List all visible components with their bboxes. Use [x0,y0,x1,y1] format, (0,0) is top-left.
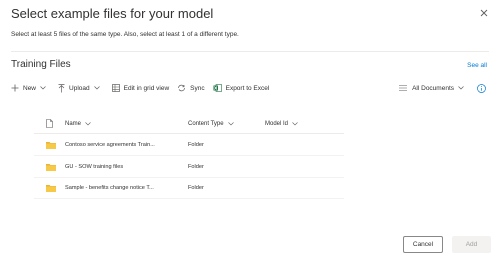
file-name[interactable]: Sample - benefits change notice T... [65,185,188,191]
divider [11,51,489,52]
chevron-down-icon [85,121,91,125]
table-header: Name Content Type Model Id [34,114,344,134]
command-bar: New Upload Edit in grid view Sync Export… [11,82,277,94]
view-selector-label: All Documents [412,84,454,92]
command-bar-right: All Documents [399,82,486,94]
new-label: New [23,84,37,92]
cancel-button[interactable]: Cancel [403,236,443,253]
view-selector[interactable]: All Documents [399,85,469,92]
folder-icon [46,142,56,149]
library-title: Training Files [11,59,71,70]
content-type-column-header[interactable]: Content Type [188,121,265,127]
see-all-link[interactable]: See all [467,62,487,69]
document-icon [46,119,53,128]
model-id-column-label: Model Id [265,120,289,127]
add-button[interactable]: Add [452,236,491,253]
model-id-column-header[interactable]: Model Id [265,121,344,127]
export-label: Export to Excel [225,84,270,92]
content-type-cell: Folder [188,185,204,191]
name-column-label: Name [65,120,82,127]
table-row[interactable]: Sample - benefits change notice T... Fol… [34,178,344,199]
edit-grid-button[interactable]: Edit in grid view [111,84,170,92]
sync-icon [178,84,186,92]
chevron-down-icon [93,86,100,90]
chevron-down-icon [40,86,46,90]
table-row[interactable]: GU - SOW training files Folder [34,157,344,178]
upload-label: Upload [69,84,90,92]
upload-button[interactable]: Upload [58,83,104,93]
folder-icon [46,185,56,192]
chevron-down-icon [227,121,234,125]
plus-icon [11,84,19,92]
dialog-title: Select example files for your model [11,6,214,21]
folder-icon [46,164,56,171]
info-icon [477,83,486,93]
new-button[interactable]: New [11,84,50,92]
edit-grid-label: Edit in grid view [123,84,170,92]
upload-icon [58,83,65,92]
name-column-header[interactable]: Name [65,121,188,127]
list-view-icon [399,85,408,91]
file-name[interactable]: GU - SOW training files [65,164,188,170]
export-excel-button[interactable]: Export to Excel [213,84,270,92]
table-row[interactable]: Contoso service agreements Train... Fold… [34,135,344,156]
content-type-cell: Folder [188,142,204,148]
file-type-header[interactable] [34,119,65,128]
sync-label: Sync [190,84,205,92]
grid-icon [111,84,120,92]
close-icon [480,9,488,17]
info-button[interactable] [477,83,486,93]
chevron-down-icon [458,86,464,90]
excel-icon [213,84,222,92]
file-name[interactable]: Contoso service agreements Train... [65,142,188,148]
content-type-column-label: Content Type [188,120,224,127]
chevron-down-icon [292,121,298,125]
dialog-subtitle: Select at least 5 files of the same type… [11,31,239,38]
close-button[interactable] [478,6,490,18]
sync-button[interactable]: Sync [177,84,205,92]
content-type-cell: Folder [188,164,204,170]
